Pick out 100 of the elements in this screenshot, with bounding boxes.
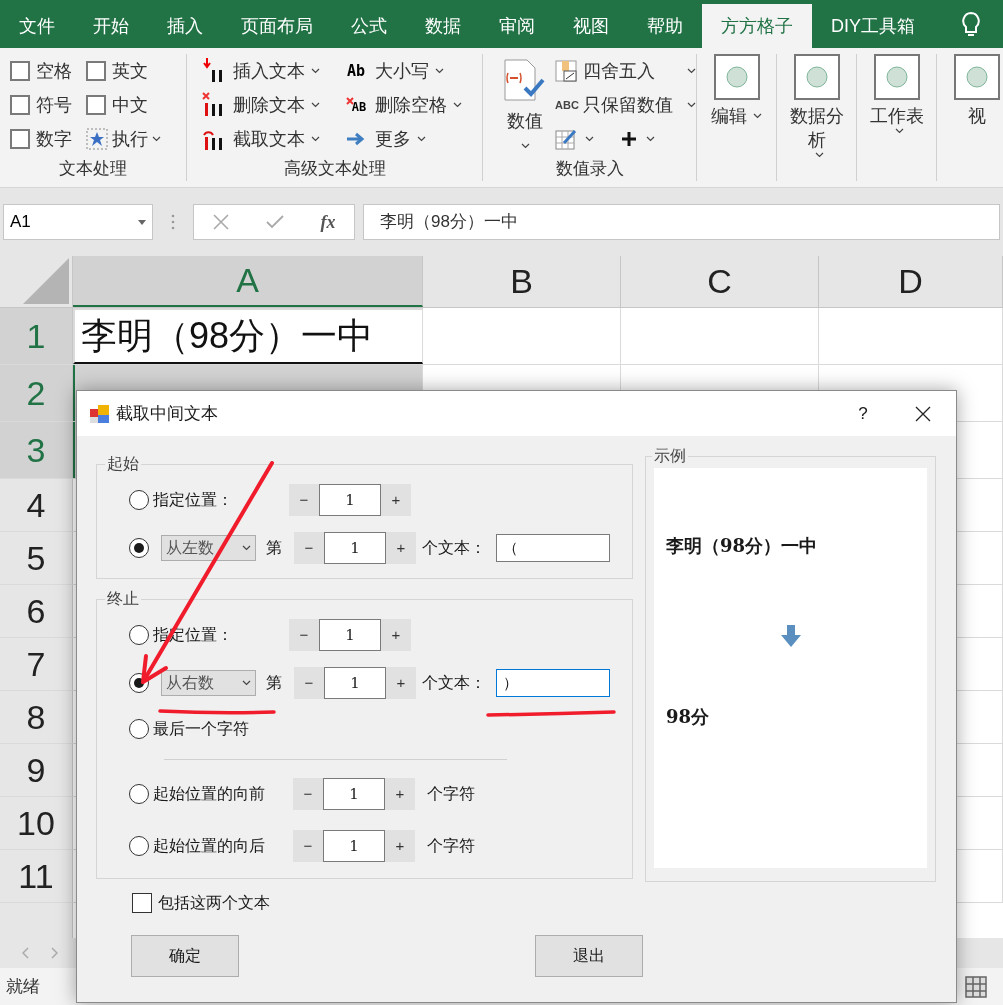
row-header[interactable]: 9 (0, 744, 73, 796)
large-ribbon-button[interactable]: 数据分析 (788, 54, 845, 181)
ordinal-label: 第 (266, 538, 283, 558)
menu-button[interactable]: AB 删除空格 (343, 88, 483, 122)
case-icon: Ab (346, 63, 366, 79)
ribbon-tab[interactable]: 公式 (332, 4, 406, 48)
large-ribbon-button[interactable]: 编辑 (708, 54, 765, 181)
chevron-down-icon (646, 136, 655, 142)
dialog-button[interactable]: 退出 (535, 935, 643, 977)
column-header[interactable]: A (73, 256, 423, 307)
ribbon-tab[interactable]: 文件 (0, 4, 74, 48)
chevron-down-icon (311, 102, 320, 108)
chevron-down-icon (815, 152, 824, 158)
increment-button[interactable]: + (381, 619, 411, 651)
formula-field[interactable]: 李明（98分）一中 (363, 204, 1000, 240)
increment-button[interactable]: + (386, 667, 416, 699)
checkbox[interactable] (10, 61, 30, 81)
decrement-button[interactable]: − (294, 667, 324, 699)
normal-view-icon[interactable] (965, 975, 987, 998)
group-label: 数值录入 (555, 159, 624, 178)
radio-button[interactable] (129, 784, 149, 804)
number-field[interactable]: 1 (324, 667, 386, 699)
ribbon-tab[interactable]: 审阅 (480, 4, 554, 48)
menu-button[interactable]: ABC 只保留数值 (555, 88, 696, 122)
row-header[interactable]: 3 (0, 422, 73, 478)
insert-function-button[interactable]: fx (320, 208, 336, 236)
radio-button[interactable] (129, 836, 149, 856)
ordinal-label: 第 (266, 673, 283, 693)
radio-button[interactable] (129, 538, 149, 558)
increment-button[interactable]: + (381, 484, 411, 516)
ribbon-tab[interactable]: 页面布局 (222, 4, 332, 48)
group-legend: 终止 (105, 587, 141, 611)
chevron-down-icon (435, 68, 444, 74)
option-label: 起始位置的向后 (153, 836, 266, 856)
column-header[interactable]: D (819, 256, 1003, 307)
number-field[interactable]: 1 (323, 778, 385, 810)
radio-button[interactable] (129, 719, 149, 739)
checkbox[interactable] (10, 95, 30, 115)
option-label: 个文本： (422, 538, 487, 558)
app-icon (90, 403, 110, 424)
large-ribbon-button[interactable]: 工作表 (868, 54, 925, 181)
row-header[interactable]: 8 (0, 691, 73, 743)
menu-button[interactable]: 四舍五入 (555, 54, 696, 88)
help-button[interactable]: ? (843, 400, 883, 427)
column-header[interactable]: B (423, 256, 621, 307)
number-field[interactable]: 1 (319, 619, 381, 651)
dialog-button[interactable]: 确定 (131, 935, 239, 977)
checkbox[interactable] (86, 61, 106, 81)
direction-dropdown[interactable]: 从左数 (161, 535, 256, 561)
ribbon-tab[interactable]: 数据 (406, 4, 480, 48)
row-header[interactable]: 11 (0, 850, 73, 902)
menu-button[interactable]: 更多 (343, 122, 483, 156)
confirm-icon[interactable] (265, 215, 284, 229)
row-header[interactable]: 1 (0, 308, 73, 364)
run-menu-button[interactable]: 执行 (86, 122, 186, 156)
row-header[interactable]: 7 (0, 638, 73, 690)
ribbon-tab[interactable]: 插入 (148, 4, 222, 48)
number-field[interactable]: 1 (319, 484, 381, 516)
increment-button[interactable]: + (386, 532, 416, 564)
checkbox[interactable] (86, 95, 106, 115)
text-field[interactable]: （ (496, 534, 610, 562)
menu-button[interactable]: Ab 大小写 (343, 54, 483, 88)
example-result: 98分 (666, 705, 711, 729)
checkbox-label: 符号 (36, 93, 72, 117)
chevron-down-icon (311, 136, 320, 142)
ribbon-tab[interactable]: DIY工具箱 (812, 4, 934, 48)
numeric-large-button[interactable]: 数值 (503, 54, 547, 156)
decrement-button[interactable]: − (289, 619, 319, 651)
menu-button[interactable]: 插入文本 (201, 54, 343, 88)
number-field[interactable]: 1 (323, 830, 385, 862)
row-header[interactable]: 4 (0, 479, 73, 531)
cancel-icon[interactable] (212, 214, 229, 230)
row-header[interactable]: 6 (0, 585, 73, 637)
increment-button[interactable]: + (385, 830, 415, 862)
text-field[interactable]: ） (496, 669, 610, 697)
row-header[interactable]: 10 (0, 797, 73, 849)
direction-dropdown[interactable]: 从右数 (161, 670, 256, 696)
ribbon-tab[interactable]: 方方格子 (702, 4, 812, 48)
decrement-button[interactable]: − (293, 778, 323, 810)
decrement-button[interactable]: − (293, 830, 323, 862)
row-header[interactable]: 2 (0, 365, 73, 421)
decrement-button[interactable]: − (294, 532, 324, 564)
name-box[interactable]: A1 (3, 204, 153, 240)
checkbox[interactable] (10, 129, 30, 149)
ribbon-tab[interactable]: 视图 (554, 4, 628, 48)
ribbon-tab[interactable]: 开始 (74, 4, 148, 48)
radio-button[interactable] (129, 625, 149, 645)
row-header[interactable]: 5 (0, 532, 73, 584)
checkbox[interactable] (132, 893, 152, 913)
radio-button[interactable] (129, 490, 149, 510)
decrement-button[interactable]: − (289, 484, 319, 516)
increment-button[interactable]: + (385, 778, 415, 810)
large-ribbon-button[interactable]: 视 (948, 54, 1003, 181)
table-edit-button[interactable] (555, 128, 594, 150)
menu-button[interactable]: 删除文本 (201, 88, 343, 122)
column-header[interactable]: C (621, 256, 819, 307)
ribbon-tab[interactable]: 帮助 (628, 4, 702, 48)
add-button[interactable] (622, 132, 655, 146)
number-field[interactable]: 1 (324, 532, 386, 564)
menu-button[interactable]: 截取文本 (201, 122, 343, 156)
